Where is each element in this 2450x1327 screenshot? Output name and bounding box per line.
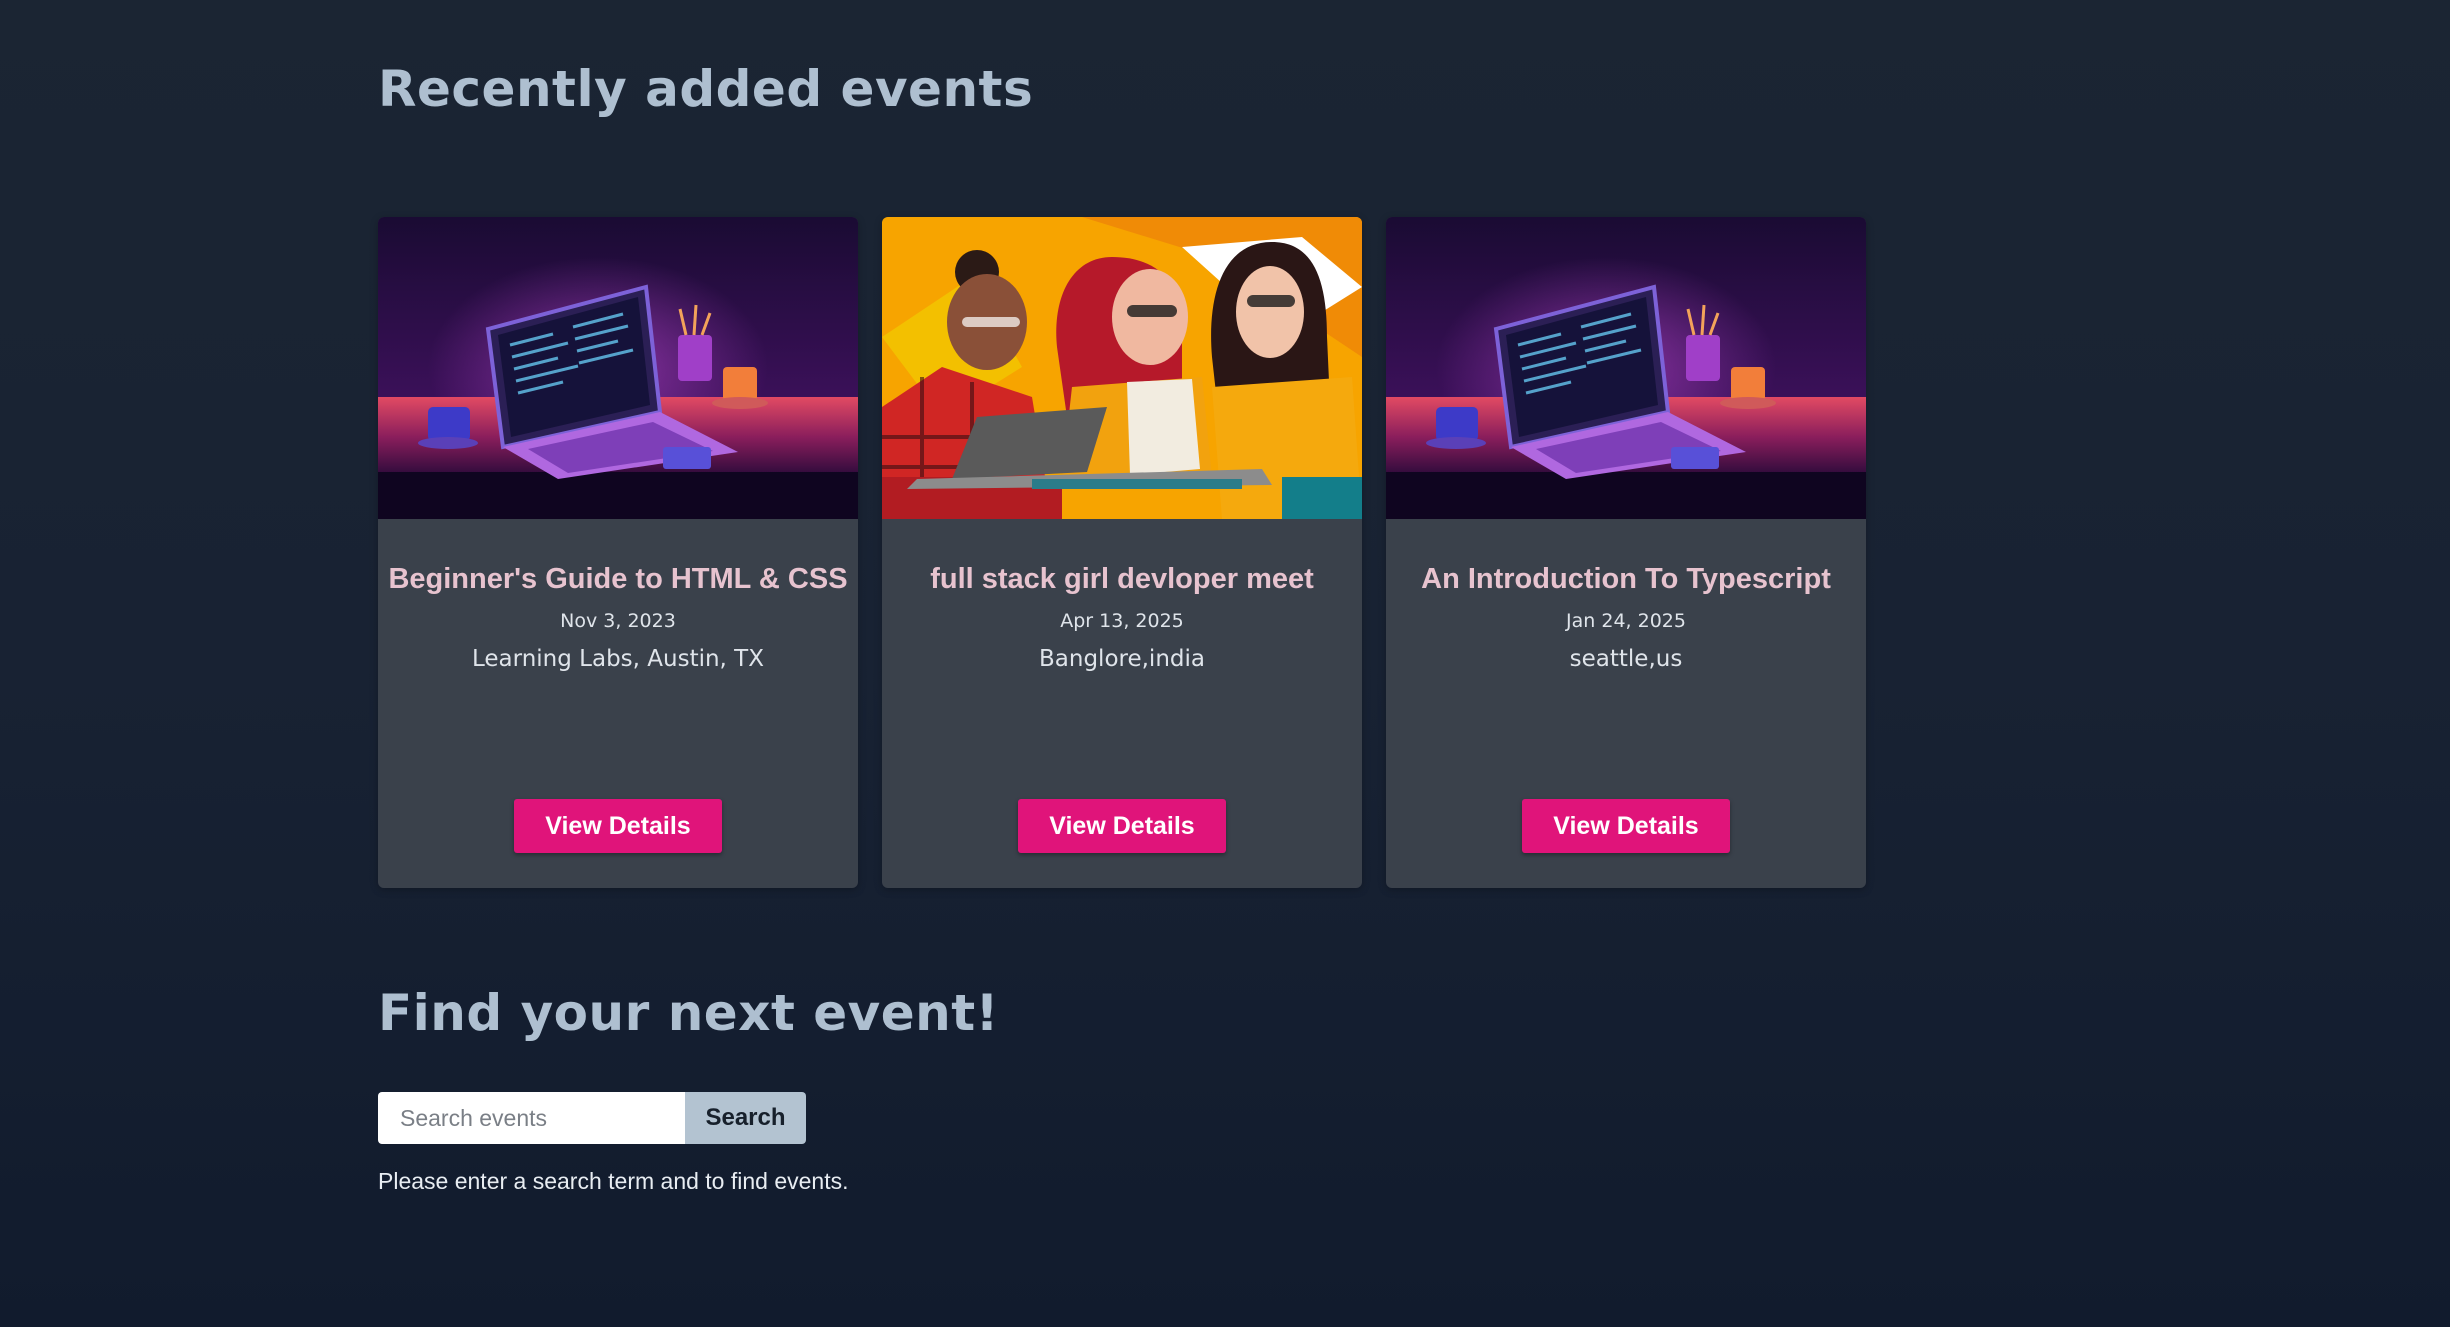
event-card: full stack girl devloper meet Apr 13, 20… <box>882 217 1362 888</box>
laptop-desk-image <box>1386 217 1866 519</box>
search-form: Search <box>378 1092 806 1144</box>
event-title: Beginner's Guide to HTML & CSS <box>388 563 848 595</box>
event-date: Apr 13, 2025 <box>1060 610 1184 632</box>
event-card-body: full stack girl devloper meet Apr 13, 20… <box>882 519 1362 672</box>
search-hint-text: Please enter a search term and to find e… <box>378 1168 849 1194</box>
recent-events-heading: Recently added events <box>378 60 1034 118</box>
event-title: An Introduction To Typescript <box>1421 563 1831 595</box>
event-card-body: Beginner's Guide to HTML & CSS Nov 3, 20… <box>378 519 858 672</box>
view-details-button[interactable]: View Details <box>1522 799 1730 853</box>
event-location: seattle,us <box>1569 646 1683 672</box>
event-card-body: An Introduction To Typescript Jan 24, 20… <box>1386 519 1866 672</box>
event-date: Jan 24, 2025 <box>1566 610 1686 632</box>
three-women-laptops-image <box>882 217 1362 519</box>
event-location: Banglore,india <box>1039 646 1205 672</box>
event-card-list: Beginner's Guide to HTML & CSS Nov 3, 20… <box>378 217 1866 888</box>
search-button[interactable]: Search <box>685 1092 806 1144</box>
event-card: Beginner's Guide to HTML & CSS Nov 3, 20… <box>378 217 858 888</box>
search-input[interactable] <box>378 1092 685 1144</box>
view-details-button[interactable]: View Details <box>514 799 722 853</box>
laptop-desk-image <box>378 217 858 519</box>
find-event-heading: Find your next event! <box>378 984 999 1042</box>
event-card: An Introduction To Typescript Jan 24, 20… <box>1386 217 1866 888</box>
event-date: Nov 3, 2023 <box>560 610 676 632</box>
view-details-button[interactable]: View Details <box>1018 799 1226 853</box>
event-title: full stack girl devloper meet <box>930 563 1314 595</box>
event-location: Learning Labs, Austin, TX <box>472 646 764 672</box>
